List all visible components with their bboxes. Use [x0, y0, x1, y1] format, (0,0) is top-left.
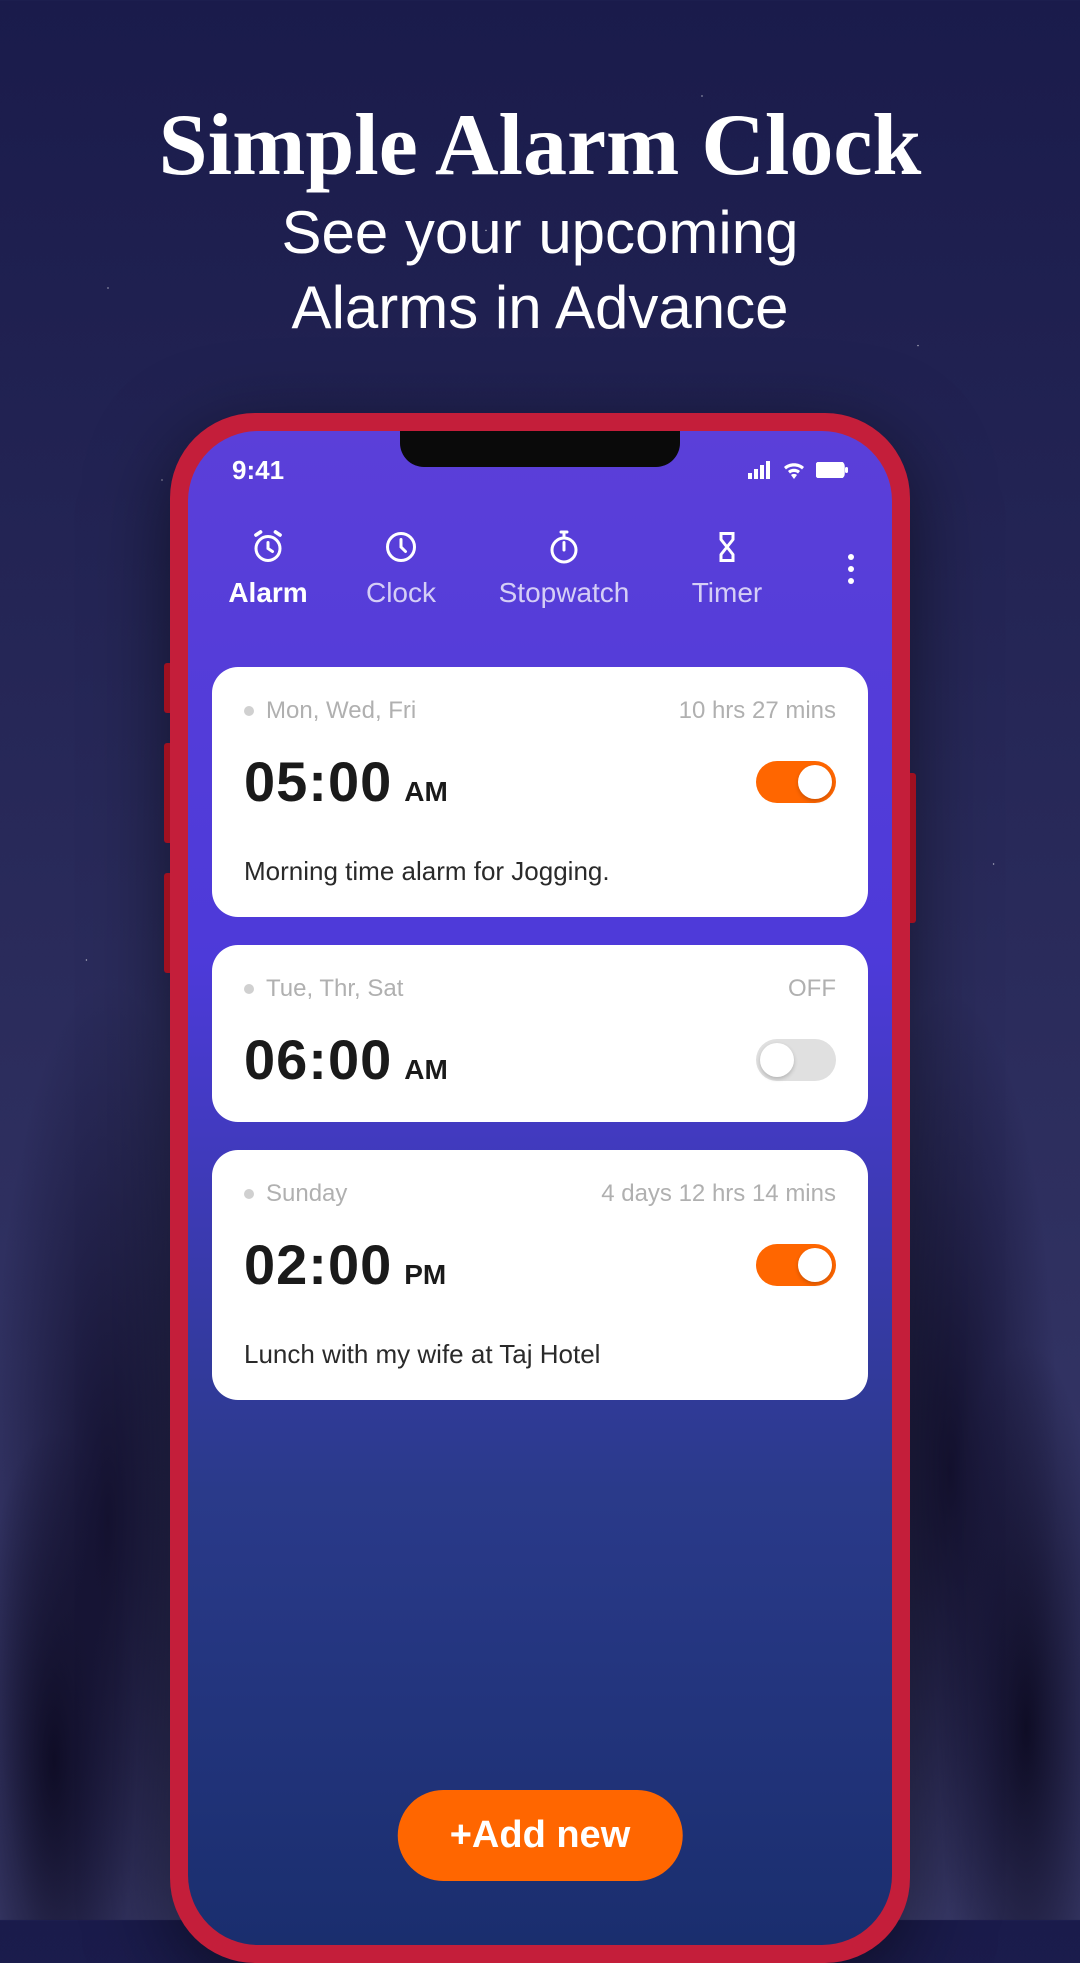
tab-alarm[interactable]: Alarm	[208, 529, 328, 609]
alarm-card-header: Mon, Wed, Fri 10 hrs 27 mins	[244, 697, 836, 725]
tab-bar: Alarm Clock Stopwatch Timer	[188, 491, 892, 639]
dots-icon	[848, 554, 854, 560]
alarm-card[interactable]: Sunday 4 days 12 hrs 14 mins 02:00 PM Lu…	[212, 1150, 868, 1400]
status-dot	[244, 1189, 254, 1199]
phone-frame: 9:41 Alarm Clock Stopwatch Time	[170, 413, 910, 1963]
tab-label: Timer	[692, 577, 763, 609]
alarm-time: 02:00 PM	[244, 1232, 446, 1297]
alarm-time: 05:00 AM	[244, 749, 448, 814]
alarm-card-header: Sunday 4 days 12 hrs 14 mins	[244, 1180, 836, 1208]
alarm-card-header: Tue, Thr, Sat OFF	[244, 975, 836, 1003]
alarm-days: Sunday	[266, 1180, 347, 1208]
tab-label: Stopwatch	[499, 577, 630, 609]
phone-side-button	[164, 663, 170, 713]
promo-title: Simple Alarm Clock	[0, 95, 1080, 196]
alarm-ampm: AM	[404, 776, 448, 808]
tab-label: Alarm	[228, 577, 307, 609]
battery-icon	[816, 462, 848, 478]
alarm-note: Lunch with my wife at Taj Hotel	[244, 1339, 836, 1370]
alarm-countdown: 10 hrs 27 mins	[679, 697, 836, 725]
alarm-icon	[250, 529, 286, 565]
alarm-days: Mon, Wed, Fri	[266, 697, 416, 725]
toggle-knob	[798, 765, 832, 799]
status-dot	[244, 706, 254, 716]
alarm-time-value: 05:00	[244, 749, 392, 814]
status-icons	[748, 461, 848, 479]
alarm-note: Morning time alarm for Jogging.	[244, 856, 836, 887]
phone-screen: 9:41 Alarm Clock Stopwatch Time	[188, 431, 892, 1945]
alarm-countdown: 4 days 12 hrs 14 mins	[601, 1180, 836, 1208]
alarm-time: 06:00 AM	[244, 1027, 448, 1092]
dots-icon	[848, 578, 854, 584]
promo-subtitle-line2: Alarms in Advance	[292, 274, 789, 341]
alarm-time-value: 06:00	[244, 1027, 392, 1092]
status-dot	[244, 984, 254, 994]
alarm-card[interactable]: Tue, Thr, Sat OFF 06:00 AM	[212, 945, 868, 1122]
alarm-countdown: OFF	[788, 975, 836, 1003]
promo-subtitle: See your upcoming Alarms in Advance	[0, 195, 1080, 345]
alarm-ampm: AM	[404, 1054, 448, 1086]
toggle-knob	[760, 1043, 794, 1077]
alarm-toggle[interactable]	[756, 1244, 836, 1286]
add-new-button[interactable]: +Add new	[398, 1790, 683, 1881]
clock-icon	[383, 529, 419, 565]
alarm-days: Tue, Thr, Sat	[266, 975, 403, 1003]
stopwatch-icon	[546, 529, 582, 565]
timer-icon	[709, 529, 745, 565]
alarm-list: Mon, Wed, Fri 10 hrs 27 mins 05:00 AM Mo…	[188, 639, 892, 1400]
status-time: 9:41	[232, 455, 284, 486]
alarm-toggle[interactable]	[756, 761, 836, 803]
menu-button[interactable]	[848, 554, 872, 584]
toggle-knob	[798, 1248, 832, 1282]
signal-icon	[748, 461, 772, 479]
tab-label: Clock	[366, 577, 436, 609]
alarm-ampm: PM	[404, 1259, 446, 1291]
tab-timer[interactable]: Timer	[662, 529, 792, 609]
alarm-toggle[interactable]	[756, 1039, 836, 1081]
phone-notch	[400, 431, 680, 467]
phone-side-button	[164, 743, 170, 843]
phone-side-button	[164, 873, 170, 973]
alarm-card[interactable]: Mon, Wed, Fri 10 hrs 27 mins 05:00 AM Mo…	[212, 667, 868, 917]
promo-subtitle-line1: See your upcoming	[282, 199, 799, 266]
tab-clock[interactable]: Clock	[336, 529, 466, 609]
wifi-icon	[782, 461, 806, 479]
tab-stopwatch[interactable]: Stopwatch	[474, 529, 654, 609]
phone-side-button	[910, 773, 916, 923]
alarm-time-value: 02:00	[244, 1232, 392, 1297]
dots-icon	[848, 566, 854, 572]
